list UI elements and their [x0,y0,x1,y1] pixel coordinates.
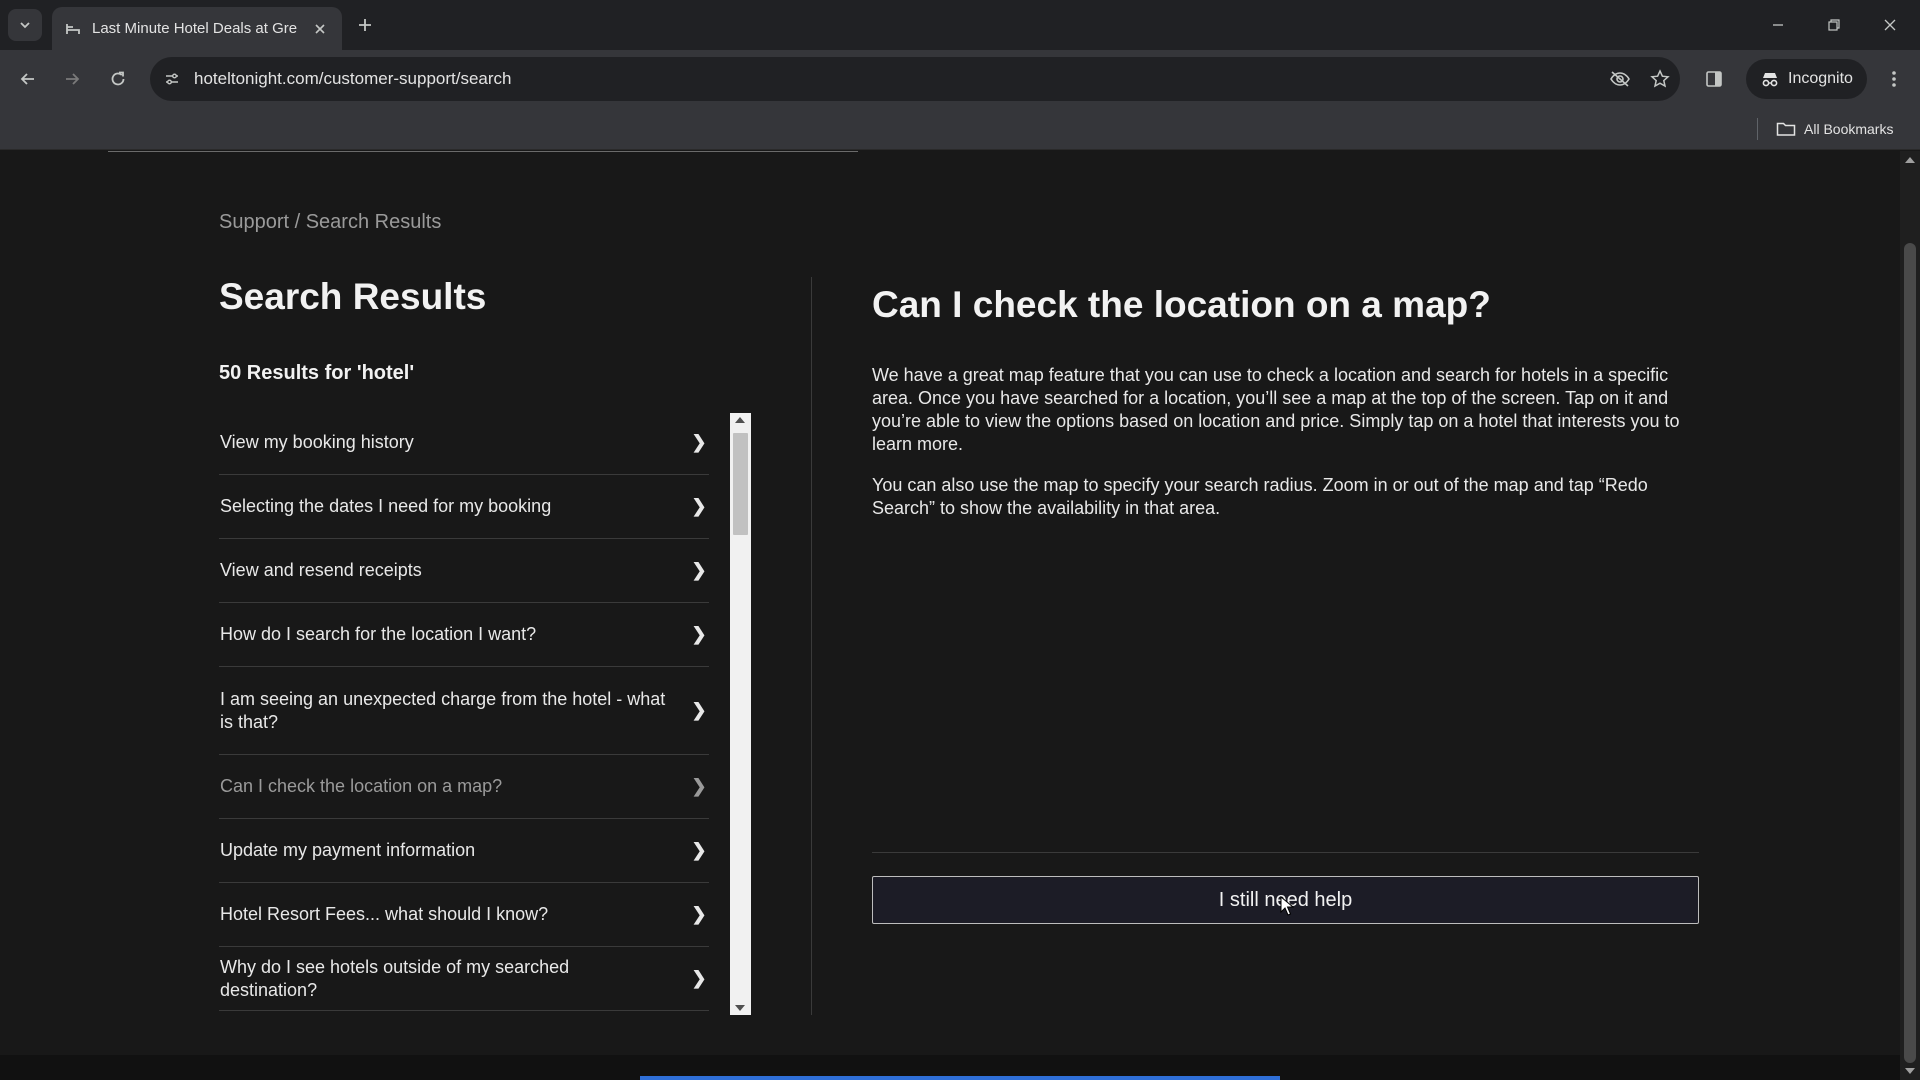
minimize-icon[interactable] [1758,8,1798,42]
result-item[interactable]: Selecting the dates I need for my bookin… [219,475,709,539]
close-tab-icon[interactable] [310,19,330,39]
chevron-right-icon: ❯ [691,624,707,644]
result-item[interactable]: How do I search for the location I want?… [219,603,709,667]
all-bookmarks-label: All Bookmarks [1804,121,1894,137]
scroll-up-icon[interactable] [735,417,745,423]
forward-icon[interactable] [56,63,88,95]
result-item-label: How do I search for the location I want? [220,624,537,644]
article-paragraph: You can also use the map to specify your… [872,475,1648,518]
back-icon[interactable] [12,63,44,95]
result-item[interactable]: View my booking history ❯ [219,411,709,475]
result-item-label: I am seeing an unexpected charge from th… [220,688,666,732]
chevron-right-icon: ❯ [691,700,707,720]
tab-strip: Last Minute Hotel Deals at Gre [0,0,1920,50]
chevron-right-icon: ❯ [691,968,707,988]
tab-search-button[interactable] [8,9,42,41]
new-tab-icon[interactable] [352,12,378,38]
article-divider [872,852,1699,853]
result-item-label: View and resend receipts [220,560,422,580]
browser-tab[interactable]: Last Minute Hotel Deals at Gre [52,7,342,50]
result-item[interactable]: Update my payment information ❯ [219,819,709,883]
restore-icon[interactable] [1814,8,1854,42]
mouse-cursor-icon [1280,896,1294,916]
result-item[interactable]: Hotel Resort Fees... what should I know?… [219,883,709,947]
result-item-label: Hotel Resort Fees... what should I know? [220,904,549,924]
header-underline [108,151,858,152]
breadcrumb[interactable]: Support / Search Results [219,211,441,234]
result-item[interactable]: I am seeing an unexpected charge from th… [219,667,709,755]
site-info-icon[interactable] [150,70,194,88]
article-title: Can I check the location on a map? [872,284,1491,325]
tab-title: Last Minute Hotel Deals at Gre [92,20,298,37]
results-count: 50 Results for 'hotel' [219,362,415,384]
folder-icon [1776,122,1796,136]
result-item-label: Update my payment information [220,840,476,860]
chevron-right-icon: ❯ [691,432,707,452]
page-scrollbar[interactable] [1900,151,1920,1080]
result-item-label: Selecting the dates I need for my bookin… [220,496,552,516]
close-window-icon[interactable] [1870,8,1910,42]
bookmark-star-icon[interactable] [1640,59,1680,99]
result-item[interactable]: View and resend receipts ❯ [219,539,709,603]
results-list: View my booking history ❯ Selecting the da… [219,411,709,1016]
column-divider [811,277,812,1015]
browser-toolbar: hoteltonight.com/customer-support/search… [0,50,1920,108]
chevron-right-icon: ❯ [691,776,707,796]
article-paragraph: We have a great map feature that you can… [872,365,1680,454]
result-item-label: Why do I see hotels outside of my search… [220,956,570,1000]
chevron-down-icon [20,22,30,29]
side-panel-icon[interactable] [1698,63,1730,95]
result-item-label: View my booking history [220,432,414,452]
chevron-right-icon: ❯ [691,496,707,516]
result-item[interactable]: Can I check the location on a map? ❯ [219,755,709,819]
scroll-down-icon[interactable] [735,1005,745,1011]
chevron-right-icon: ❯ [691,904,707,924]
address-bar[interactable]: hoteltonight.com/customer-support/search [150,57,1680,101]
bookmarks-separator [1757,118,1758,140]
hotel-favicon-icon [64,20,82,38]
support-page: Support / Search Results Search Results … [0,151,1900,1080]
bookmarks-bar: All Bookmarks [0,108,1920,150]
reload-icon[interactable] [102,63,134,95]
chevron-right-icon: ❯ [691,560,707,580]
page-scroll-up-icon[interactable] [1905,157,1915,163]
results-scrollbar[interactable] [730,413,751,1015]
eye-off-icon[interactable] [1600,59,1640,99]
footer-accent-bar [640,1076,1280,1080]
result-item[interactable]: Why do I see hotels outside of my search… [219,947,709,1011]
result-item-label: Can I check the location on a map? [220,776,503,796]
all-bookmarks-button[interactable]: All Bookmarks [1776,116,1893,142]
incognito-icon [1762,73,1778,87]
incognito-indicator[interactable]: Incognito [1746,59,1867,99]
page-title: Search Results [219,276,487,317]
page-scroll-thumb[interactable] [1904,243,1916,1063]
chevron-right-icon: ❯ [691,840,707,860]
incognito-label: Incognito [1788,70,1853,87]
menu-kebab-icon[interactable] [1878,63,1910,95]
page-scroll-down-icon[interactable] [1905,1068,1915,1074]
url-text: hoteltonight.com/customer-support/search [194,69,512,88]
scroll-thumb[interactable] [733,433,748,535]
